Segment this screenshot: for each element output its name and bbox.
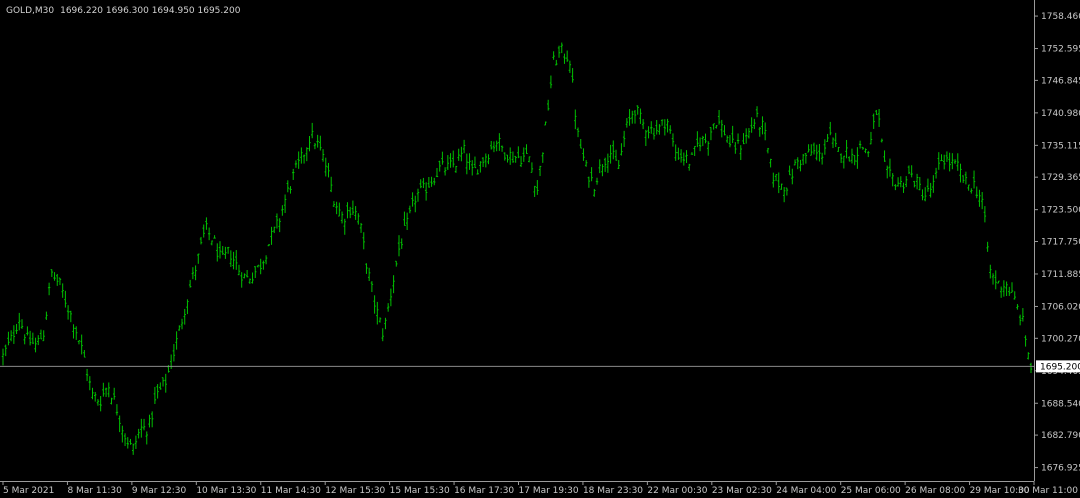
price-tick-label: 1752.595 bbox=[1041, 45, 1080, 55]
price-tick-label: 1758.460 bbox=[1041, 12, 1080, 22]
price-tick-label: 1729.365 bbox=[1041, 173, 1080, 183]
price-tick-label: 1682.790 bbox=[1041, 431, 1080, 441]
price-tick-label: 1676.925 bbox=[1041, 464, 1080, 474]
time-tick-label: 24 Mar 04:00 bbox=[776, 486, 836, 496]
chart-window[interactable]: 1758.460 1752.595 1746.845 1740.980 1735.115… bbox=[0, 0, 1080, 498]
time-tick-label: 30 Mar 11:00 bbox=[1018, 486, 1078, 496]
price-tick-label: 1700.270 bbox=[1041, 334, 1080, 344]
time-tick-label: 5 Mar 2021 bbox=[3, 486, 54, 496]
time-tick-label: 9 Mar 12:30 bbox=[132, 486, 187, 496]
chart-background bbox=[0, 0, 1080, 498]
time-tick-label: 22 Mar 00:30 bbox=[647, 486, 707, 496]
price-tick-label: 1746.845 bbox=[1041, 76, 1080, 86]
time-tick-label: 16 Mar 17:30 bbox=[454, 486, 514, 496]
time-tick-label: 10 Mar 13:30 bbox=[196, 486, 256, 496]
price-chart[interactable]: 1758.460 1752.595 1746.845 1740.980 1735.115… bbox=[0, 0, 1080, 498]
price-tick-label: 1735.115 bbox=[1041, 141, 1080, 151]
time-tick-label: 12 Mar 15:30 bbox=[325, 486, 385, 496]
price-axis: 1758.460 1752.595 1746.845 1740.980 1735.115… bbox=[1034, 12, 1080, 474]
ohlc-values: 1696.220 1696.300 1694.950 1695.200 bbox=[60, 6, 241, 16]
time-tick-label: 23 Mar 02:30 bbox=[712, 486, 772, 496]
time-tick-label: 15 Mar 15:30 bbox=[390, 486, 450, 496]
price-tick-label: 1688.540 bbox=[1041, 399, 1080, 409]
time-tick-label: 17 Mar 19:30 bbox=[519, 486, 579, 496]
chart-header: GOLD,M30 1696.220 1696.300 1694.950 1695.… bbox=[6, 6, 241, 16]
price-tick-label: 1706.020 bbox=[1041, 302, 1080, 312]
time-tick-label: 8 Mar 11:30 bbox=[67, 486, 122, 496]
time-tick-label: 26 Mar 08:00 bbox=[905, 486, 965, 496]
current-price-label: 1695.200 bbox=[1040, 362, 1080, 372]
time-tick-label: 11 Mar 14:30 bbox=[261, 486, 321, 496]
price-tick-label: 1717.750 bbox=[1041, 238, 1080, 248]
price-tick-label: 1723.500 bbox=[1041, 206, 1080, 216]
price-tick-label: 1740.980 bbox=[1041, 109, 1080, 119]
time-tick-label: 18 Mar 23:30 bbox=[583, 486, 643, 496]
price-tick-label: 1711.885 bbox=[1041, 270, 1080, 280]
time-tick-label: 25 Mar 06:00 bbox=[841, 486, 901, 496]
symbol-label: GOLD,M30 bbox=[6, 6, 54, 16]
